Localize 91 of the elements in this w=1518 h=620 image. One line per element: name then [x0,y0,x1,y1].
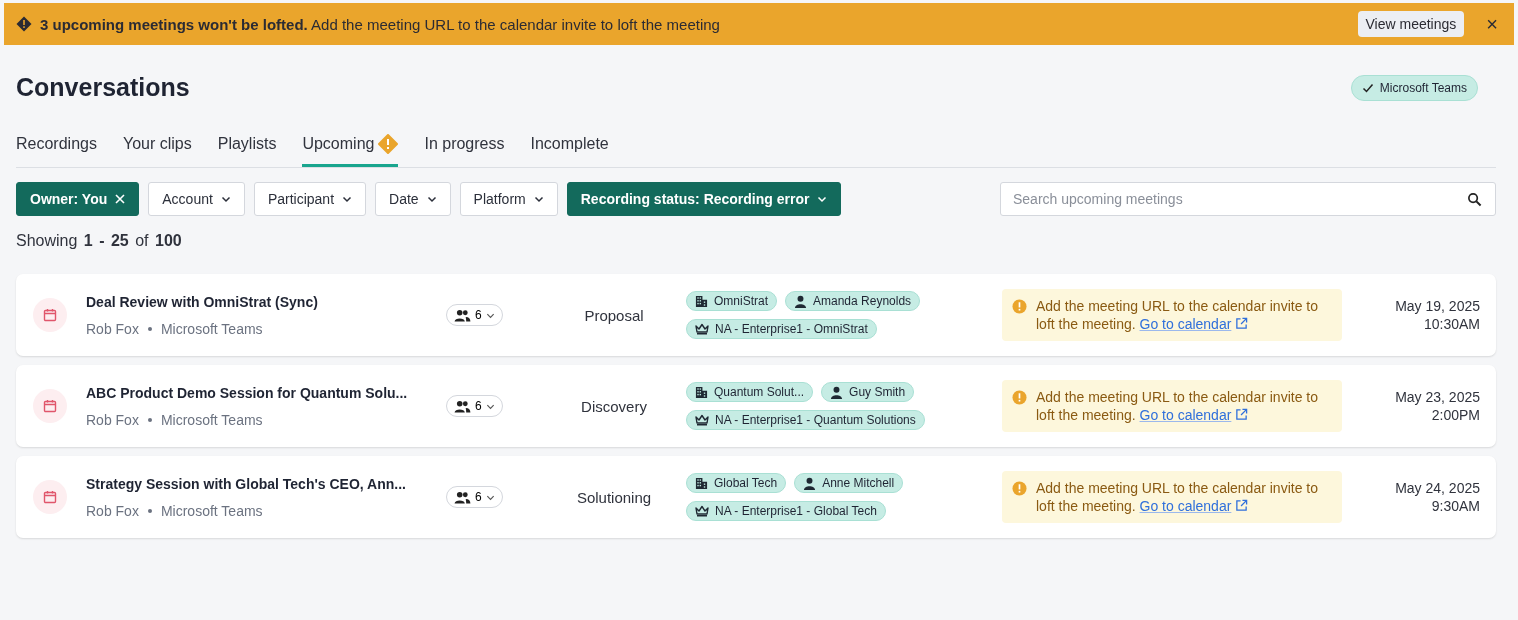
tag-chip[interactable]: Quantum Solut... [686,382,814,402]
check-icon [1361,81,1374,94]
tab[interactable]: Upcoming [302,128,399,167]
meeting-date: May 19, 2025 [1395,297,1480,315]
deal-stage: Solutioning [575,488,653,506]
meeting-time: 2:00PM [1430,406,1480,424]
meeting-card[interactable] [16,365,1496,447]
warning-icon [1012,299,1027,314]
close-button[interactable]: × [1482,12,1502,36]
filter-button[interactable]: Owner: You [16,182,140,216]
meeting-owner: Rob Fox [86,411,139,428]
building-icon [695,385,708,399]
go-to-calendar-link[interactable]: Go to calendar [1139,407,1249,423]
tag-chip[interactable]: Guy Smith [821,382,915,402]
meeting-card[interactable] [16,274,1496,356]
tag-chip[interactable]: NA - Enterprise1 - OmniStrat [686,319,877,339]
warning-message: Add the meeting URL to the calendar invite to loft the meeting. Go to calendar [1036,297,1319,333]
building-icon [695,294,708,308]
dot-separator-icon [147,417,152,422]
go-to-calendar-link[interactable]: Go to calendar [1139,498,1249,514]
filter-button[interactable]: Date [375,182,451,216]
search-icon [1467,192,1482,207]
dot-separator-icon [147,508,152,513]
warning-icon [1012,481,1027,496]
tab[interactable]: In progress [424,128,505,167]
participants-button[interactable]: 6 [446,304,503,326]
warning-message: Add the meeting URL to the calendar invite to loft the meeting. Go to calendar [1036,388,1319,424]
meeting-platform: Microsoft Teams [160,411,263,428]
meeting-title: Strategy Session with Global Tech's CEO, Ann... [86,475,407,492]
calendar-icon [33,389,67,423]
chevron-down-icon [342,194,353,204]
calendar-icon [33,298,67,332]
tab[interactable]: Incomplete [530,128,609,167]
meeting-title: ABC Product Demo Session for Quantum Solu... [86,384,409,401]
tag-chip[interactable]: Global Tech [686,473,787,493]
warning-icon [1012,390,1027,405]
meeting-date: May 23, 2025 [1395,388,1480,406]
tab[interactable]: Recordings [16,128,97,167]
close-icon [115,194,126,204]
people-icon [454,490,471,504]
chevron-down-icon [426,194,437,204]
tag-chip[interactable]: Amanda Reynolds [785,291,921,311]
chevron-down-icon [533,194,544,204]
search-field[interactable]: Search upcoming meetings [1000,182,1496,216]
warning-icon [16,16,32,32]
meeting-time: 9:30AM [1430,497,1480,515]
person-icon [830,385,844,399]
view-meetings-button[interactable]: View meetings [1357,11,1465,37]
platform-badge: Microsoft Teams [1350,74,1478,101]
results-count: Showing 1 - 25 of 100 [16,232,183,250]
external-link-icon [1235,317,1249,330]
chevron-down-icon [817,194,828,204]
tab[interactable]: Playlists [217,128,277,167]
tag-chip[interactable]: OmniStrat [686,291,777,311]
people-icon [454,308,471,322]
crown-icon [695,505,709,517]
page-title: Conversations [16,73,190,102]
filter-button[interactable]: Platform [459,182,558,216]
external-link-icon [1235,499,1249,512]
meeting-platform: Microsoft Teams [160,502,263,519]
tag-chip[interactable]: NA - Enterprise1 - Quantum Solutions [686,410,925,430]
people-icon [454,399,471,413]
chevron-down-icon [220,194,231,204]
banner-message: 3 upcoming meetings won't be lofted. Add the meeting URL to the calendar invite to loft the meeting [40,15,721,33]
filter-button[interactable]: Account [148,182,245,216]
building-icon [695,476,708,490]
go-to-calendar-link[interactable]: Go to calendar [1139,316,1249,332]
participants-button[interactable]: 6 [446,486,503,508]
meeting-platform: Microsoft Teams [160,320,263,337]
calendar-icon [33,480,67,514]
filter-button[interactable]: Participant [253,182,367,216]
warning-message: Add the meeting URL to the calendar invite to loft the meeting. Go to calendar [1036,479,1319,515]
tag-chip[interactable]: NA - Enterprise1 - Global Tech [686,501,886,521]
deal-stage: Proposal [583,306,645,324]
meeting-owner: Rob Fox [86,320,139,337]
dot-separator-icon [147,326,152,331]
person-icon [794,294,807,308]
deal-stage: Discovery [580,397,648,415]
meeting-time: 10:30AM [1422,315,1480,333]
crown-icon [695,323,709,335]
tag-chip[interactable]: Anne Mitchell [794,473,904,493]
filter-button[interactable]: Recording status: Recording error [566,182,842,216]
crown-icon [695,414,709,426]
tab[interactable]: Your clips [122,128,192,167]
meeting-owner: Rob Fox [86,502,139,519]
person-icon [803,476,817,490]
meeting-card[interactable] [16,456,1496,538]
meeting-date: May 24, 2025 [1395,479,1480,497]
external-link-icon [1235,408,1249,421]
meeting-title: Deal Review with OmniStrat (Sync) [86,293,319,310]
participants-button[interactable]: 6 [446,395,503,417]
